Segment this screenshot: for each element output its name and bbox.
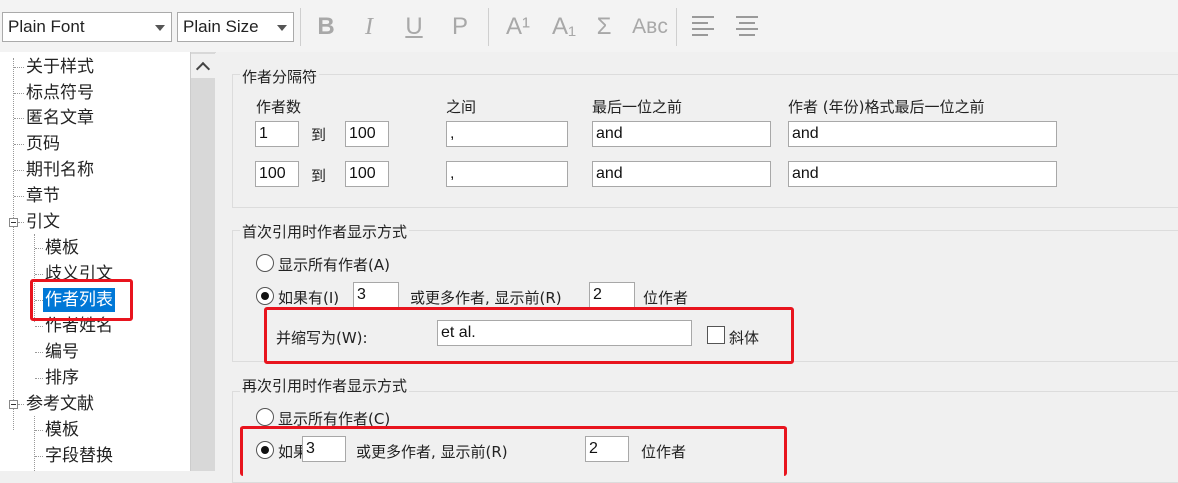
to-count-field[interactable]: 100 [345, 121, 389, 147]
before-last-year-field[interactable]: and [788, 121, 1057, 147]
if-has-label[interactable]: 如果有(I) [278, 287, 339, 308]
tree-item-field-substitutions[interactable]: 字段替换 [45, 444, 113, 468]
between-field[interactable]: , [446, 121, 568, 147]
toolbar-divider [488, 8, 489, 46]
toolbar-divider [300, 8, 301, 46]
from-count-field[interactable]: 100 [255, 161, 299, 187]
font-select[interactable]: Plain Font [2, 12, 172, 42]
column-header-between: 之间 [446, 98, 477, 116]
subsequent-citation-group [232, 391, 1178, 483]
show-all-authors-radio[interactable] [256, 408, 274, 426]
tree-item-about-style[interactable]: 关于样式 [26, 55, 94, 79]
or-more-label: 或更多作者, 显示前(R) [410, 289, 562, 307]
tree-item-sort-order[interactable]: 排序 [45, 366, 79, 390]
tree-item-citations[interactable]: 引文 [26, 210, 60, 234]
column-header-author-count: 作者数 [256, 98, 302, 116]
collapse-icon[interactable] [9, 218, 18, 227]
before-last-field[interactable]: and [592, 121, 771, 147]
min-authors-field[interactable]: 3 [302, 436, 346, 462]
limit-authors-radio[interactable] [256, 287, 274, 305]
align-center-icon[interactable] [736, 16, 758, 36]
chevron-down-icon [155, 25, 165, 31]
author-lists-panel: 作者分隔符 作者数 之间 最后一位之前 作者 (年份)格式最后一位之前 1 到 … [216, 52, 1178, 483]
symbol-button[interactable]: Σ [588, 10, 620, 44]
or-more-label: 或更多作者, 显示前(R) [356, 443, 508, 461]
tree-item-numbering[interactable]: 编号 [45, 340, 79, 364]
style-tree: 关于样式 标点符号 匿名文章 页码 期刊名称 章节 引文 模板 歧义引文 作者列… [0, 52, 191, 471]
min-authors-field[interactable]: 3 [353, 282, 399, 308]
show-all-authors-radio[interactable] [256, 254, 274, 272]
italic-label[interactable]: 斜体 [729, 327, 759, 348]
show-first-field[interactable]: 2 [585, 436, 629, 462]
between-field[interactable]: , [446, 161, 568, 187]
tree-item-punctuation[interactable]: 标点符号 [26, 81, 94, 105]
formatting-toolbar: Plain Font Plain Size B I U P A¹ A₁ Σ Aʙ… [0, 0, 1178, 53]
to-count-field[interactable]: 100 [345, 161, 389, 187]
chevron-down-icon [277, 25, 287, 31]
before-last-year-field[interactable]: and [788, 161, 1057, 187]
tree-item-bibliography[interactable]: 参考文献 [26, 392, 94, 416]
italic-button[interactable]: I [353, 10, 385, 44]
tree-item-author-lists[interactable]: 作者列表 [43, 288, 115, 312]
tree-item-bibliography-templates[interactable]: 模板 [45, 418, 79, 442]
from-count-field[interactable]: 1 [255, 121, 299, 147]
show-all-authors-label[interactable]: 显示所有作者(A) [278, 254, 390, 275]
tree-scrollbar[interactable] [191, 52, 215, 471]
scroll-up-icon[interactable] [191, 54, 215, 78]
italic-checkbox[interactable] [707, 326, 725, 344]
authors-unit-label: 位作者 [643, 289, 689, 307]
align-left-icon[interactable] [692, 16, 714, 36]
tree-item-anonymous-works[interactable]: 匿名文章 [26, 106, 94, 130]
superscript-button[interactable]: A¹ [500, 10, 536, 44]
size-select-value: Plain Size [183, 17, 259, 36]
before-last-field[interactable]: and [592, 161, 771, 187]
bold-button[interactable]: B [310, 10, 342, 44]
tree-item-page-numbers[interactable]: 页码 [26, 132, 60, 156]
font-select-value: Plain Font [8, 17, 85, 36]
plain-button[interactable]: P [444, 10, 476, 44]
group-title: 作者分隔符 [240, 66, 320, 87]
group-title: 再次引用时作者显示方式 [240, 375, 410, 396]
show-all-authors-label[interactable]: 显示所有作者(C) [278, 408, 390, 429]
limit-authors-radio[interactable] [256, 441, 274, 459]
to-label: 到 [311, 126, 327, 144]
toolbar-divider [676, 8, 677, 46]
authors-unit-label: 位作者 [641, 443, 687, 461]
tree-connector [13, 58, 14, 430]
to-label: 到 [311, 167, 327, 185]
tree-item-author-name[interactable]: 作者姓名 [45, 314, 113, 338]
show-first-field[interactable]: 2 [589, 282, 635, 308]
group-title: 首次引用时作者显示方式 [240, 221, 410, 242]
tree-item-ambiguous-citations[interactable]: 歧义引文 [45, 262, 113, 286]
tree-item-journal-names[interactable]: 期刊名称 [26, 158, 94, 182]
tree-item-citation-templates[interactable]: 模板 [45, 236, 79, 260]
underline-button[interactable]: U [398, 10, 430, 44]
tree-item-sections[interactable]: 章节 [26, 184, 60, 208]
abbreviate-label: 并缩写为(W): [276, 329, 368, 347]
subscript-button[interactable]: A₁ [546, 10, 582, 44]
small-caps-button[interactable]: Aʙᴄ [628, 10, 672, 44]
size-select[interactable]: Plain Size [177, 12, 294, 42]
abbreviate-field[interactable]: et al. [437, 320, 692, 346]
column-header-before-last-year: 作者 (年份)格式最后一位之前 [788, 98, 985, 116]
tree-connector [34, 416, 35, 471]
column-header-before-last: 最后一位之前 [592, 98, 683, 116]
collapse-icon[interactable] [9, 400, 18, 409]
